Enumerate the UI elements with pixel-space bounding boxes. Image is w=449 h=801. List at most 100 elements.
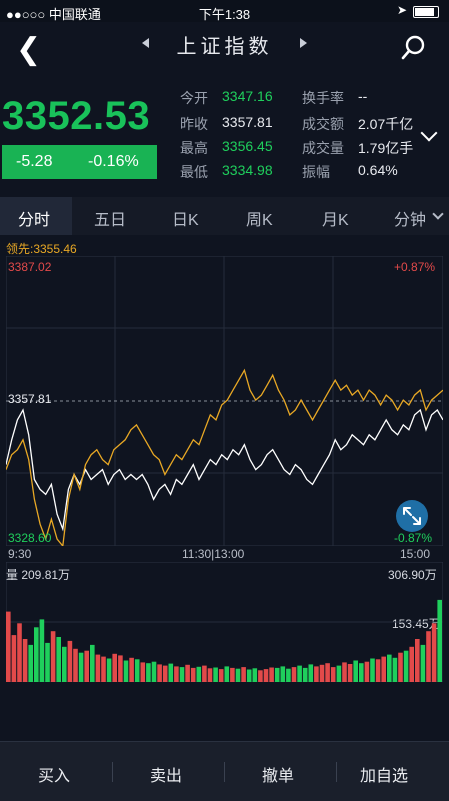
volume-bar [387,654,392,682]
intraday-price-chart[interactable] [6,256,443,546]
volume-bar [78,652,84,682]
expand-icon [403,507,421,525]
tab-five-day[interactable]: 五日 [94,206,126,230]
volume-bar [101,656,106,682]
y-axis-bottom-pct: -0.87% [394,531,433,545]
buy-button[interactable]: 买入 [38,762,70,786]
volume-bar [34,627,39,682]
volume-bar [157,664,162,682]
volume-bar [230,667,235,682]
volume-bar [274,667,280,682]
volume-bar [314,666,319,682]
volume-bar [258,670,263,682]
fullscreen-button[interactable] [396,500,428,532]
volume-bar [420,644,426,682]
volume-bar [302,667,308,682]
volume-bar [392,657,398,682]
volume-chart [6,562,443,682]
page-title: 上证指数 [176,36,273,58]
volume-bar [106,658,112,682]
volume-bar [263,669,269,682]
volume-bar [62,646,67,682]
chevron-down-icon[interactable] [432,208,444,220]
header: ❮ 上证指数 [0,22,449,84]
change-value: -5.28 [16,153,53,170]
tab-minute[interactable]: 分钟 [394,206,426,230]
volume-bar [73,648,78,682]
volume-bar [252,668,258,682]
volume-bar [431,623,437,682]
add-watchlist-button[interactable]: 加自选 [360,762,408,786]
volume-bar [437,599,442,682]
divider [112,762,113,782]
time-end: 15:00 [400,547,431,561]
cancel-order-button[interactable]: 撤单 [262,762,294,786]
volume-bar [218,669,224,682]
tab-daily-k[interactable]: 日K [172,206,199,230]
volume-bar [359,663,364,682]
y-axis-top-pct: +0.87% [394,260,436,274]
volume-bar [291,667,297,682]
volume-bar [185,664,190,682]
volume-bar [308,664,314,682]
volume-bar [202,665,207,682]
volume-bar [213,667,218,682]
tab-weekly-k[interactable]: 周K [246,206,273,230]
volume-bar [381,656,386,682]
time-start: 9:30 [8,547,32,561]
tab-intraday[interactable]: 分时 [18,206,50,230]
volume-bar [129,657,134,682]
current-price: 3352.53 [2,94,151,138]
volume-bar [146,663,151,682]
stat-label: 成交量 [302,140,344,156]
volume-bar [90,644,95,682]
lead-indicator: 领先:3355.46 [6,242,77,256]
volume-bar [162,665,168,682]
volume-bar [319,664,325,682]
sell-button[interactable]: 卖出 [150,762,182,786]
volume-bar [45,642,50,682]
volume-bar [140,662,146,682]
volume-bar [190,667,196,682]
volume-bar [174,666,179,682]
volume-bar [415,639,420,682]
chevron-down-icon[interactable] [420,124,438,142]
stat-value: 3357.81 [222,114,273,130]
search-icon[interactable] [401,34,427,60]
volume-bar [426,631,431,682]
volume-bar [235,668,241,682]
volume-bar [241,667,246,682]
y-axis-mid: 3357.81 [8,392,52,406]
stat-value: -- [358,88,368,104]
volume-bar [342,662,347,682]
volume-bar [28,644,33,682]
status-bar: ●●○○○ 中国联通 下午1:38 ➤ [0,0,449,22]
divider [336,762,337,782]
location-icon: ➤ [396,3,407,17]
volume-bar [39,619,45,682]
volume-bar [95,654,101,682]
volume-bar [325,663,330,682]
stat-label: 换手率 [302,90,344,106]
stat-value: 0.64% [358,162,398,178]
volume-bar [246,669,252,682]
clock: 下午1:38 [198,7,251,22]
volume-bar [84,650,89,682]
stat-value: 1.79亿手 [358,140,414,156]
volume-bar [11,635,17,682]
volume-bar [347,664,353,682]
volume-bar [22,639,28,682]
volume-bar [409,646,414,682]
volume-bar [297,665,302,682]
volume-bar [196,666,202,682]
stat-label: 今开 [180,90,208,106]
change-badge: -5.28 -0.16% [2,145,157,179]
stat-label: 昨收 [180,116,208,132]
volume-bar [280,666,286,682]
volume-bar [364,661,370,682]
y-axis-top: 3387.02 [8,260,52,274]
next-stock-icon[interactable] [300,38,307,48]
volume-bar [375,659,381,682]
change-percent: -0.16% [88,153,139,170]
tab-monthly-k[interactable]: 月K [322,206,349,230]
